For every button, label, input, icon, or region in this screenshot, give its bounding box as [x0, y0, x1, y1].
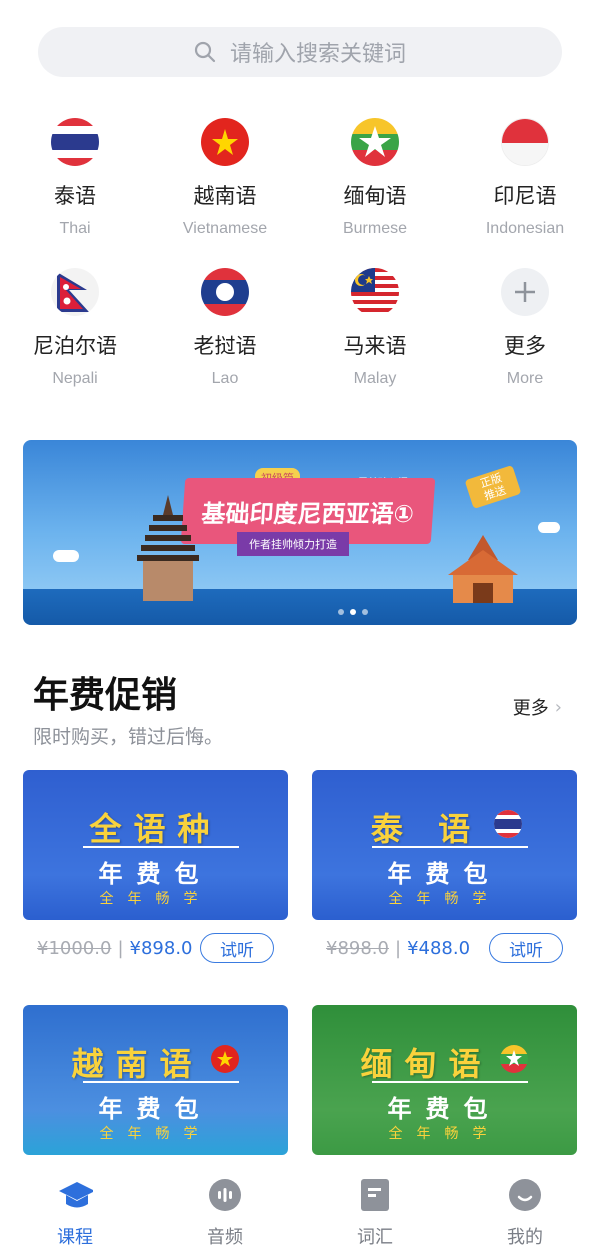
- listen-button[interactable]: 试听: [200, 933, 274, 963]
- myanmar-flag-icon: [500, 1045, 528, 1073]
- pagoda-illustration: [137, 495, 199, 601]
- course-card-vietnamese[interactable]: 越南语 年费包 全年畅学: [23, 1005, 288, 1177]
- price-separator: |: [394, 937, 402, 959]
- course-card-burmese[interactable]: 缅甸语 年费包 全年畅学: [312, 1005, 577, 1177]
- card-title: 全语种: [89, 810, 222, 848]
- section-title: 年费促销: [33, 675, 178, 716]
- card-subtitle: 年费包: [387, 1095, 502, 1123]
- price-row: ¥898.0 | ¥488.0 试听: [326, 933, 577, 963]
- language-item-nepali[interactable]: 尼泊尔语 Nepali: [0, 268, 150, 388]
- laos-flag-icon: [201, 268, 249, 316]
- card-divider: [83, 846, 239, 848]
- banner-title-text: 基础印度尼西亚语①: [200, 499, 415, 528]
- vietnam-flag-icon: [211, 1045, 239, 1073]
- tab-profile[interactable]: 我的: [450, 1177, 600, 1249]
- language-en: Malay: [353, 370, 397, 387]
- course-card-thai[interactable]: 泰 语 年费包 全年畅学 ¥898.0 | ¥488.0 试听: [312, 770, 577, 963]
- sale-price: ¥898.0: [129, 937, 193, 959]
- banner-badge: 正版 推送: [464, 465, 522, 509]
- card-tagline: 全年畅学: [388, 891, 501, 907]
- tab-vocabulary[interactable]: 词汇: [300, 1177, 450, 1249]
- vocabulary-icon: [357, 1177, 393, 1213]
- graduation-cap-icon: [57, 1177, 93, 1213]
- banner-subtitle: 作者挂帅倾力打造: [237, 532, 349, 556]
- chevron-right-icon: ›: [554, 696, 562, 718]
- card-subtitle: 年费包: [98, 1095, 213, 1123]
- card-subtitle: 年费包: [98, 860, 213, 888]
- language-en: Lao: [211, 370, 239, 387]
- cloud-decoration: [53, 550, 79, 562]
- tab-label: 课程: [57, 1227, 93, 1248]
- language-zh: 老挝语: [193, 334, 257, 358]
- language-zh: 尼泊尔语: [33, 334, 117, 358]
- language-en: Thai: [59, 220, 91, 237]
- card-tagline: 全年畅学: [388, 1126, 501, 1142]
- thailand-flag-icon: [51, 118, 99, 166]
- language-item-lao[interactable]: 老挝语 Lao: [150, 268, 300, 388]
- search-input[interactable]: 请输入搜索关键词: [38, 27, 562, 77]
- bottom-tab-bar: 课程 音频 词汇 我的: [0, 1163, 600, 1253]
- card-divider: [372, 1081, 528, 1083]
- language-zh: 马来语: [343, 334, 407, 358]
- section-more-link[interactable]: 更多 ›: [513, 694, 562, 720]
- myanmar-flag-icon: [351, 118, 399, 166]
- original-price: ¥1000.0: [37, 937, 112, 959]
- temple-illustration: [448, 535, 518, 603]
- tab-courses[interactable]: 课程: [0, 1177, 150, 1249]
- tab-label: 我的: [507, 1227, 543, 1248]
- language-en: Indonesian: [485, 220, 565, 237]
- language-item-indonesian[interactable]: 印尼语 Indonesian: [450, 118, 600, 238]
- sale-price: ¥488.0: [407, 937, 471, 959]
- indonesia-flag-icon: [501, 118, 549, 166]
- section-more-label: 更多: [512, 698, 549, 719]
- card-cover: 越南语 年费包 全年畅学: [23, 1005, 288, 1155]
- language-zh: 越南语: [193, 184, 257, 208]
- language-item-vietnamese[interactable]: 越南语 Vietnamese: [150, 118, 300, 238]
- tab-label: 音频: [207, 1227, 243, 1248]
- section-subtitle: 限时购买，错过后悔。: [33, 726, 224, 748]
- thailand-flag-icon: [494, 810, 522, 838]
- price-row: ¥1000.0 | ¥898.0 试听: [37, 933, 288, 963]
- vietnam-flag-icon: [201, 118, 249, 166]
- language-zh: 更多: [504, 334, 546, 358]
- audio-icon: [207, 1177, 243, 1213]
- language-en: Burmese: [342, 220, 408, 237]
- card-subtitle: 年费包: [387, 860, 502, 888]
- profile-icon: [507, 1177, 543, 1213]
- language-zh: 泰语: [54, 184, 96, 208]
- cloud-decoration: [538, 522, 560, 533]
- language-en: Nepali: [52, 370, 98, 387]
- language-item-burmese[interactable]: 缅甸语 Burmese: [300, 118, 450, 238]
- price-separator: |: [117, 937, 124, 959]
- card-cover: 泰 语 年费包 全年畅学: [312, 770, 577, 920]
- card-cover: 全语种 年费包 全年畅学: [23, 770, 288, 920]
- course-card-all-languages[interactable]: 全语种 年费包 全年畅学 ¥1000.0 | ¥898.0 试听: [23, 770, 288, 963]
- language-zh: 印尼语: [493, 184, 557, 208]
- language-en: Vietnamese: [182, 220, 268, 237]
- banner-pagination: [338, 609, 368, 615]
- promo-banner[interactable]: 初级篇 零基础入门 基础印度尼西亚语① 作者挂帅倾力打造 正版推送: [23, 440, 577, 625]
- search-icon: [194, 41, 216, 63]
- card-divider: [372, 846, 528, 848]
- language-item-malay[interactable]: 马来语 Malay: [300, 268, 450, 388]
- card-cover: 缅甸语 年费包 全年畅学: [312, 1005, 577, 1155]
- search-placeholder: 请输入搜索关键词: [229, 42, 406, 67]
- listen-button[interactable]: 试听: [489, 933, 563, 963]
- language-zh: 缅甸语: [343, 184, 407, 208]
- card-tagline: 全年畅学: [99, 891, 212, 907]
- tab-audio[interactable]: 音频: [150, 1177, 300, 1249]
- nepal-flag-icon: [51, 268, 99, 316]
- language-item-more[interactable]: 更多 More: [450, 268, 600, 388]
- original-price: ¥898.0: [326, 937, 389, 959]
- card-title: 泰 语: [370, 810, 483, 848]
- language-item-thai[interactable]: 泰语 Thai: [0, 118, 150, 238]
- tab-label: 词汇: [357, 1227, 393, 1248]
- card-tagline: 全年畅学: [99, 1126, 212, 1142]
- language-en: More: [506, 370, 544, 387]
- plus-icon: [501, 268, 549, 316]
- card-divider: [83, 1081, 239, 1083]
- malaysia-flag-icon: [351, 268, 399, 316]
